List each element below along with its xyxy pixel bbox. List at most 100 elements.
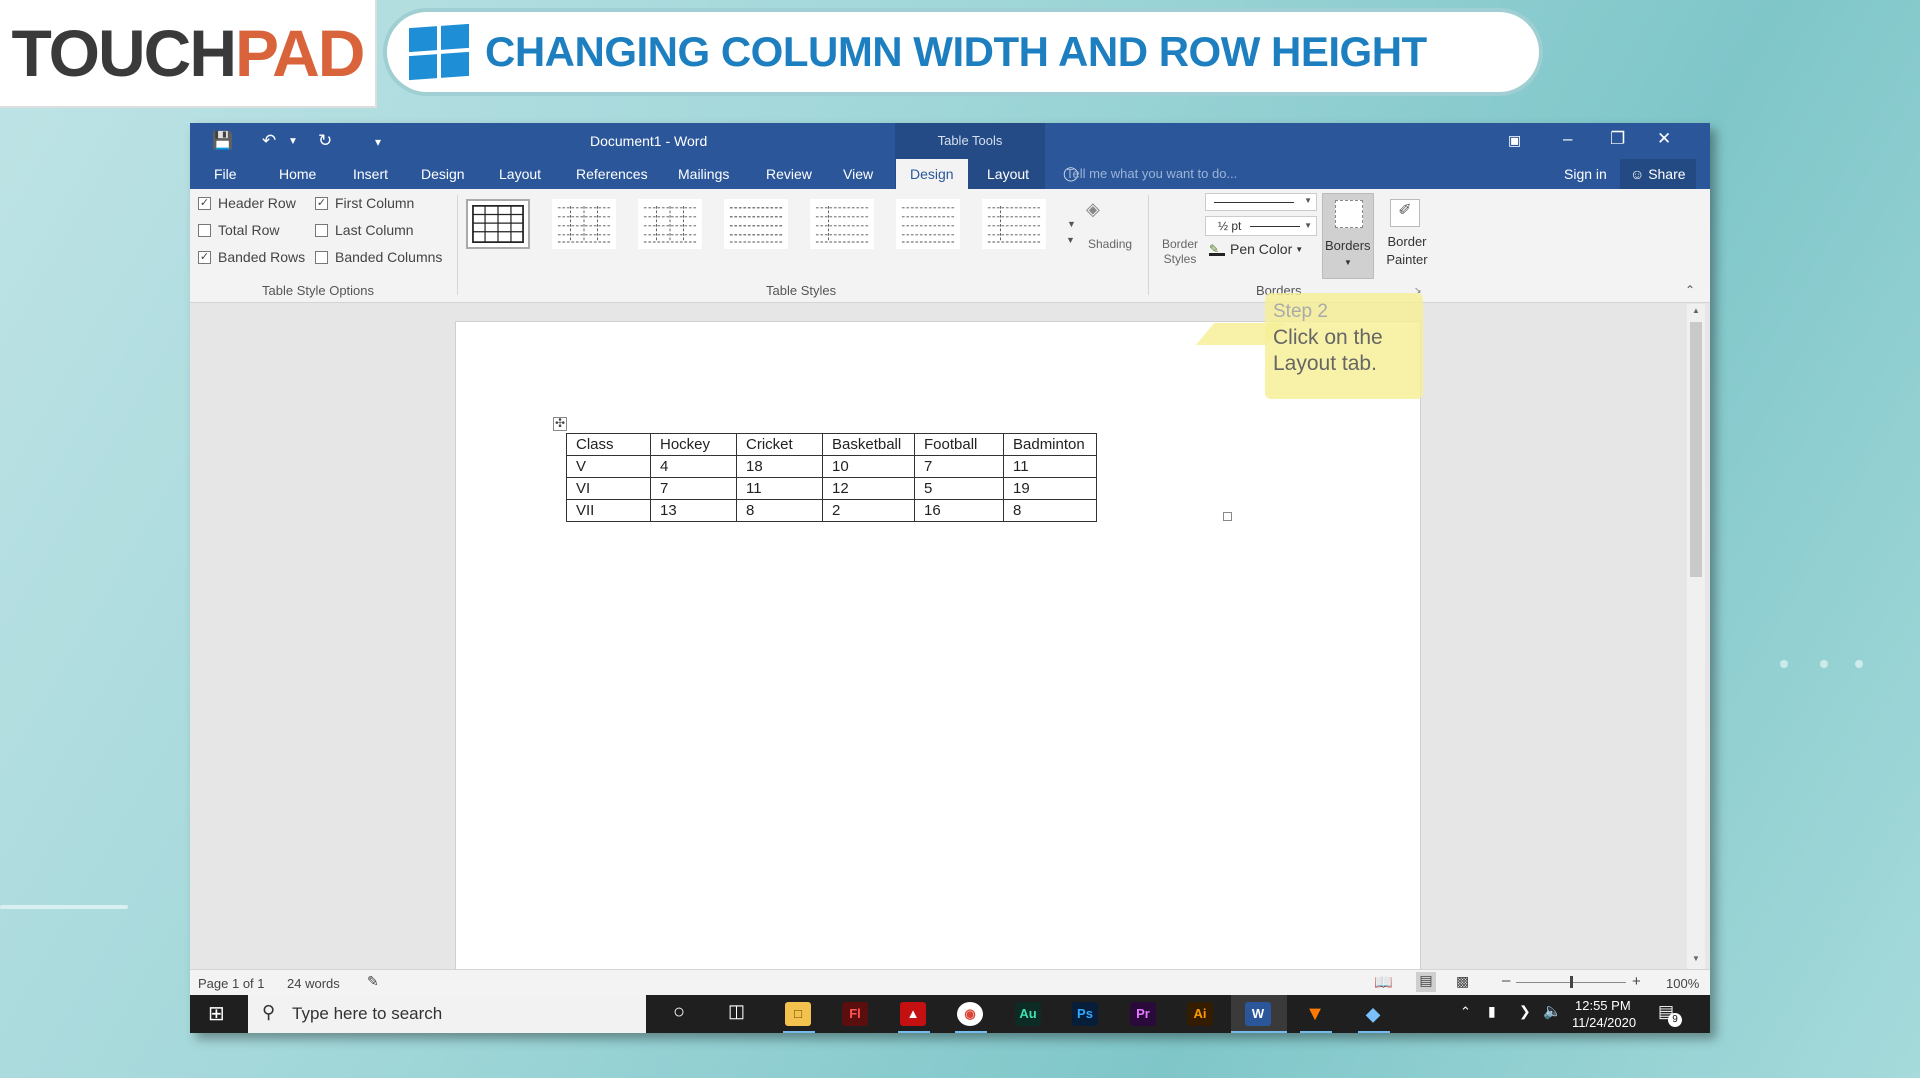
vertical-scrollbar[interactable]: ▲ ▼ <box>1687 304 1705 969</box>
table-cell[interactable]: 18 <box>736 455 823 478</box>
table-cell[interactable]: Basketball <box>822 433 915 456</box>
battery-icon[interactable]: ▮ <box>1488 1003 1496 1020</box>
gallery-more-icon[interactable]: ▼ <box>1067 219 1076 229</box>
shading-button[interactable]: Shading <box>1088 237 1132 251</box>
word-icon[interactable]: W <box>1245 1002 1271 1026</box>
undo-icon[interactable]: ↶ <box>262 131 276 151</box>
table-style-plain-3[interactable] <box>724 199 788 249</box>
document-page[interactable]: ✣ Class Hockey Cricket Basketball Football Ba… <box>455 321 1421 1001</box>
tell-me-search[interactable]: Tell me what you want to do... <box>1066 166 1237 181</box>
tab-home[interactable]: Home <box>279 166 316 182</box>
table-cell[interactable]: Football <box>914 433 1004 456</box>
table-cell[interactable]: Hockey <box>650 433 737 456</box>
shading-icon[interactable]: ◈ <box>1086 199 1100 220</box>
banded-rows-option[interactable]: ✓ Banded Rows <box>198 249 305 265</box>
zoom-slider-thumb[interactable] <box>1570 976 1573 988</box>
table-style-grid[interactable] <box>466 199 530 249</box>
web-layout-icon[interactable]: ▩ <box>1456 973 1469 990</box>
last-column-option[interactable]: Last Column <box>315 222 414 238</box>
undo-dropdown-icon[interactable]: ▼ <box>288 136 298 147</box>
table-cell[interactable]: 4 <box>650 455 737 478</box>
table-move-handle[interactable]: ✣ <box>553 417 567 431</box>
header-row-option[interactable]: ✓ Header Row <box>198 195 296 211</box>
flash-icon[interactable]: Fl <box>842 1002 868 1026</box>
table-cell[interactable]: 5 <box>914 477 1004 500</box>
scrollbar-thumb[interactable] <box>1690 322 1702 577</box>
table-cell[interactable]: 16 <box>914 499 1004 522</box>
borders-button[interactable]: Borders ▼ <box>1322 193 1374 279</box>
table-cell[interactable]: 12 <box>822 477 915 500</box>
zoom-out-icon[interactable]: – <box>1502 972 1510 989</box>
table-cell[interactable]: 8 <box>1003 499 1097 522</box>
gallery-expand-icon[interactable]: ▼ <box>1066 235 1075 245</box>
table-style-plain-2[interactable] <box>638 199 702 249</box>
zoom-level[interactable]: 100% <box>1666 976 1699 991</box>
table-cell[interactable]: 8 <box>736 499 823 522</box>
table-cell[interactable]: 11 <box>1003 455 1097 478</box>
tab-references[interactable]: References <box>576 166 648 182</box>
banded-columns-checkbox[interactable] <box>315 250 328 264</box>
wifi-icon[interactable]: ❯ <box>1519 1003 1531 1020</box>
tab-review[interactable]: Review <box>766 166 812 182</box>
acrobat-icon[interactable]: ▲ <box>900 1002 926 1026</box>
ribbon-display-options-icon[interactable]: ▣ <box>1508 132 1521 149</box>
redo-icon[interactable]: ↻ <box>318 131 332 151</box>
tab-mailings[interactable]: Mailings <box>678 166 729 182</box>
table-style-plain-4[interactable] <box>810 199 874 249</box>
tab-view[interactable]: View <box>843 166 873 182</box>
start-windows-icon[interactable]: ⊞ <box>208 1001 225 1026</box>
tab-insert[interactable]: Insert <box>353 166 388 182</box>
total-row-option[interactable]: Total Row <box>198 222 279 238</box>
line-weight-dropdown[interactable]: ½ pt ▼ <box>1205 216 1317 236</box>
photoshop-icon[interactable]: Ps <box>1072 1002 1098 1026</box>
taskbar-search[interactable]: ⚲ Type here to search <box>248 995 646 1033</box>
share-button[interactable]: ☺ Share <box>1620 159 1696 189</box>
table-cell[interactable]: 13 <box>650 499 737 522</box>
task-view-icon[interactable]: ◫ <box>728 1001 745 1022</box>
volume-icon[interactable]: 🔈 <box>1543 1002 1562 1020</box>
file-explorer-icon[interactable]: □ <box>785 1002 811 1026</box>
tab-design[interactable]: Design <box>421 166 465 182</box>
table-style-plain-5[interactable] <box>896 199 960 249</box>
minimize-button[interactable]: – <box>1563 129 1572 149</box>
tab-file[interactable]: File <box>214 166 237 182</box>
table-resize-handle[interactable] <box>1223 512 1232 521</box>
table-cell[interactable]: 19 <box>1003 477 1097 500</box>
proofing-icon[interactable]: ✎ <box>367 973 379 990</box>
clock-time[interactable]: 12:55 PM <box>1575 998 1631 1013</box>
banded-rows-checkbox[interactable]: ✓ <box>198 250 211 264</box>
cortana-icon[interactable]: ○ <box>673 1001 685 1024</box>
first-column-option[interactable]: ✓ First Column <box>315 195 414 211</box>
table-cell[interactable]: VII <box>566 499 651 522</box>
read-mode-icon[interactable]: 📖 <box>1374 973 1393 991</box>
tab-table-design[interactable]: Design <box>896 159 968 189</box>
app-v-icon[interactable]: ▼ <box>1302 1002 1328 1026</box>
scroll-up-icon[interactable]: ▲ <box>1692 306 1700 315</box>
table-cell[interactable]: VI <box>566 477 651 500</box>
chrome-icon[interactable]: ◉ <box>957 1002 983 1026</box>
save-icon[interactable]: 💾 <box>212 131 233 151</box>
border-styles-button[interactable]: Border Styles <box>1155 237 1205 267</box>
table-cell[interactable]: Cricket <box>736 433 823 456</box>
premiere-icon[interactable]: Pr <box>1130 1002 1156 1026</box>
scroll-down-icon[interactable]: ▼ <box>1692 954 1700 963</box>
word-count[interactable]: 24 words <box>287 976 340 991</box>
table-style-plain[interactable] <box>552 199 616 249</box>
total-row-checkbox[interactable] <box>198 223 211 237</box>
table-cell[interactable]: 10 <box>822 455 915 478</box>
table-cell[interactable]: 2 <box>822 499 915 522</box>
tab-layout[interactable]: Layout <box>499 166 541 182</box>
table-cell[interactable]: 11 <box>736 477 823 500</box>
tray-overflow-icon[interactable]: ⌃ <box>1460 1004 1471 1020</box>
audition-icon[interactable]: Au <box>1015 1002 1041 1026</box>
tab-table-layout[interactable]: Layout <box>987 166 1029 182</box>
table-style-plain-6[interactable] <box>982 199 1046 249</box>
clock-date[interactable]: 11/24/2020 <box>1572 1015 1636 1030</box>
table-cell[interactable]: Badminton <box>1003 433 1097 456</box>
collapse-ribbon-icon[interactable]: ⌃ <box>1685 283 1695 297</box>
close-button[interactable]: ✕ <box>1657 129 1671 149</box>
header-row-checkbox[interactable]: ✓ <box>198 196 211 210</box>
table-cell[interactable]: 7 <box>914 455 1004 478</box>
zoom-in-icon[interactable]: + <box>1632 973 1641 990</box>
table-cell[interactable]: 7 <box>650 477 737 500</box>
